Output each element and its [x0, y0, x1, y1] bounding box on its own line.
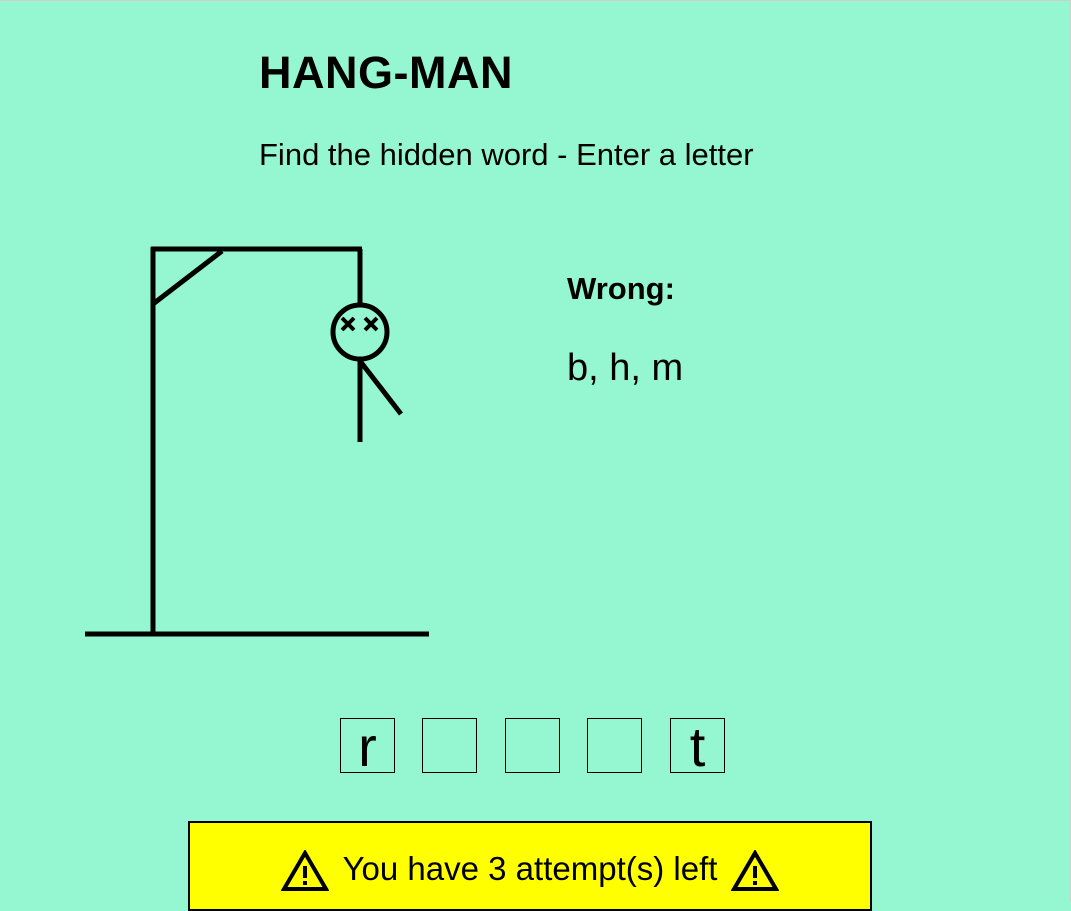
figure-right-arm	[358, 359, 403, 416]
warning-triangle-icon	[731, 850, 780, 891]
warning-triangle-icon	[280, 850, 329, 891]
gallows-brace	[151, 249, 224, 306]
wrong-letters-label: Wrong:	[567, 271, 675, 306]
attempts-notice: You have 3 attempt(s) left	[188, 821, 872, 911]
letter-slot	[587, 718, 642, 773]
hangman-drawing	[85, 246, 429, 637]
letter-slot	[422, 718, 477, 773]
wrong-letters-list: b, h, m	[567, 347, 684, 389]
letter-slot: t	[670, 718, 725, 773]
figure-dead-eyes	[340, 316, 379, 332]
attempts-left-text: You have 3 attempt(s) left	[342, 850, 718, 887]
figure-head	[330, 302, 390, 362]
letter-slot	[505, 718, 560, 773]
letter-slot: r	[340, 718, 395, 773]
